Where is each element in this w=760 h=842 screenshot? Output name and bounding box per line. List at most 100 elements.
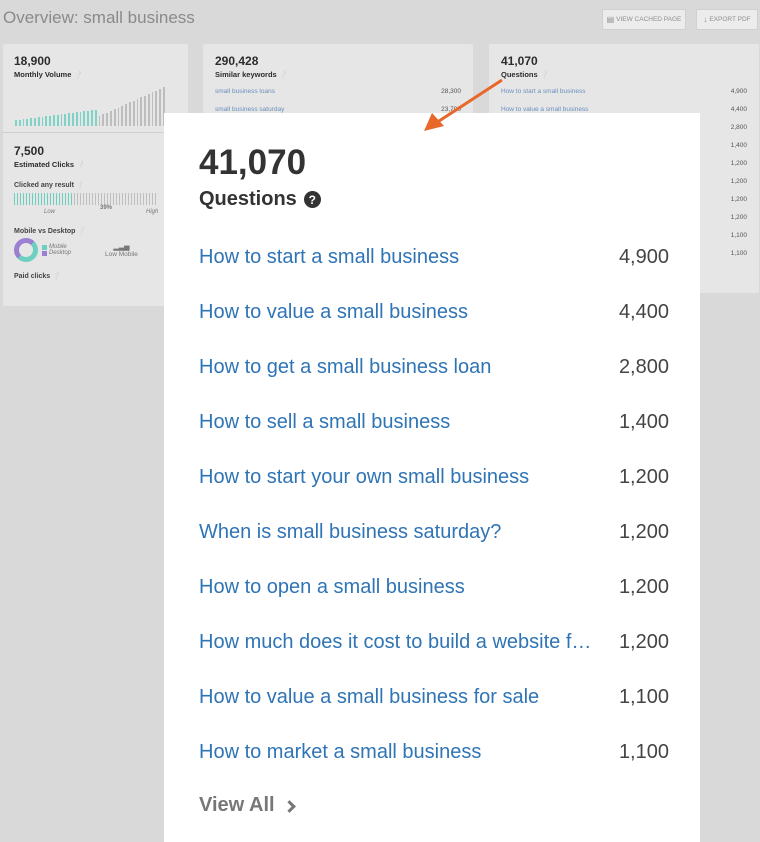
question-volume: 1,100 bbox=[618, 686, 669, 708]
keyword-volume: 28,300 bbox=[441, 87, 461, 95]
keyword-link[interactable]: small business loans bbox=[215, 88, 275, 95]
questions-card-label: Questions bbox=[501, 70, 538, 79]
meter-tick bbox=[65, 193, 66, 205]
volume-bar bbox=[102, 114, 105, 126]
question-link[interactable]: How to open a small business bbox=[199, 576, 465, 599]
volume-bar bbox=[68, 113, 70, 126]
keyword-volume: 23,700 bbox=[441, 105, 461, 113]
volume-bar bbox=[30, 118, 32, 126]
question-volume: 4,400 bbox=[618, 301, 669, 323]
question-link[interactable]: When is small business saturday? bbox=[199, 521, 501, 544]
meter-tick bbox=[119, 193, 120, 205]
volume-bar bbox=[109, 110, 112, 126]
volume-bar bbox=[121, 105, 124, 126]
volume-bar bbox=[155, 90, 158, 126]
low-mobile-label: Low Mobile bbox=[105, 250, 138, 258]
high-label: High bbox=[146, 209, 159, 215]
view-all-link[interactable]: View All bbox=[199, 794, 296, 817]
meter-tick bbox=[116, 193, 117, 205]
keyword-volume: 2,800 bbox=[730, 123, 747, 131]
volume-bar bbox=[113, 109, 116, 126]
paid-clicks-label: Paid clicks bbox=[14, 273, 51, 280]
keyword-link[interactable]: small business saturday bbox=[215, 106, 284, 113]
question-volume: 1,400 bbox=[618, 411, 669, 433]
meter-tick bbox=[26, 193, 27, 205]
volume-bar bbox=[140, 97, 143, 126]
meter-tick bbox=[152, 193, 153, 205]
list-item: How to start a small business 4,900 bbox=[501, 82, 747, 100]
view-all-label: View All bbox=[199, 794, 275, 816]
volume-bar bbox=[147, 93, 150, 126]
volume-bar bbox=[87, 110, 89, 126]
meter-tick bbox=[95, 193, 96, 205]
question-volume: 4,900 bbox=[618, 246, 669, 268]
meter-tick bbox=[155, 193, 156, 205]
question-link[interactable]: How to get a small business loan bbox=[199, 356, 491, 379]
question-volume: 1,200 bbox=[618, 631, 669, 653]
chevron-right-icon bbox=[282, 800, 296, 813]
meter-tick bbox=[92, 193, 93, 205]
estimated-clicks-value: 7,500 bbox=[14, 144, 45, 158]
volume-bar bbox=[159, 88, 162, 126]
click-pct: 39% bbox=[100, 205, 113, 211]
question-row: How to get a small business loan 2,800 bbox=[199, 340, 669, 395]
question-link[interactable]: How much does it cost to build a website… bbox=[199, 631, 594, 654]
volume-bar bbox=[15, 120, 17, 126]
volume-bar bbox=[128, 102, 131, 126]
meter-tick bbox=[140, 193, 141, 205]
meter-tick bbox=[23, 193, 24, 205]
questions-heading: Questions ? bbox=[199, 188, 321, 211]
download-icon: ↓ bbox=[703, 15, 708, 24]
volume-card: 18,900 Monthly Volume ❔ 7,500 Estimated … bbox=[3, 44, 188, 306]
help-icon: ❔ bbox=[278, 70, 289, 79]
keyword-volume: 1,200 bbox=[730, 195, 747, 203]
document-icon: ▤ bbox=[606, 15, 615, 24]
meter-tick bbox=[86, 193, 87, 205]
volume-bar bbox=[79, 111, 82, 126]
keyword-link[interactable]: How to value a small business bbox=[501, 106, 588, 113]
volume-histogram bbox=[15, 86, 165, 126]
legend-desktop: Desktop bbox=[49, 250, 72, 256]
question-link[interactable]: How to start your own small business bbox=[199, 466, 529, 489]
meter-tick bbox=[50, 193, 51, 205]
help-icon[interactable]: ? bbox=[303, 191, 321, 208]
meter-tick bbox=[131, 193, 132, 205]
question-row: How to start your own small business 1,20… bbox=[199, 450, 669, 505]
meter-tick bbox=[44, 193, 45, 205]
question-volume: 2,800 bbox=[618, 356, 669, 378]
questions-card-value: 41,070 bbox=[501, 54, 538, 68]
question-row: How to value a small business 4,400 bbox=[199, 285, 669, 340]
volume-bar bbox=[75, 112, 78, 126]
volume-bar bbox=[26, 118, 29, 126]
question-row: How to sell a small business 1,400 bbox=[199, 395, 669, 450]
question-link[interactable]: How to sell a small business bbox=[199, 411, 450, 434]
question-link[interactable]: How to start a small business bbox=[199, 246, 459, 269]
meter-tick bbox=[53, 193, 54, 205]
help-icon: ❔ bbox=[52, 273, 61, 280]
keyword-volume: 4,900 bbox=[730, 87, 747, 95]
keyword-volume: 1,200 bbox=[730, 177, 747, 185]
meter-tick bbox=[20, 193, 21, 205]
meter-tick bbox=[137, 193, 138, 205]
volume-bar bbox=[49, 115, 51, 126]
questions-label: Questions bbox=[199, 188, 297, 210]
meter-tick bbox=[110, 193, 111, 205]
question-link[interactable]: How to market a small business bbox=[199, 741, 481, 764]
meter-tick bbox=[68, 193, 69, 205]
export-pdf-button[interactable]: ↓ EXPORT PDF bbox=[696, 9, 758, 30]
volume-bar bbox=[94, 109, 97, 126]
volume-bar bbox=[37, 117, 40, 126]
keyword-link[interactable]: How to start a small business bbox=[501, 88, 586, 95]
question-link[interactable]: How to value a small business bbox=[199, 301, 468, 324]
meter-tick bbox=[47, 193, 48, 205]
meter-tick bbox=[74, 193, 75, 205]
questions-popup: 41,070 Questions ? How to start a small … bbox=[164, 113, 700, 842]
view-cached-page-button[interactable]: ▤ VIEW CACHED PAGE bbox=[602, 9, 686, 30]
question-row: When is small business saturday? 1,200 bbox=[199, 505, 669, 560]
keyword-volume: 1,200 bbox=[730, 213, 747, 221]
question-row: How to market a small business 1,100 bbox=[199, 725, 669, 780]
keyword-volume: 1,100 bbox=[730, 231, 747, 239]
question-link[interactable]: How to value a small business for sale bbox=[199, 686, 539, 709]
mobile-desktop-label: Mobile vs Desktop bbox=[14, 228, 76, 235]
question-volume: 1,200 bbox=[618, 521, 669, 543]
